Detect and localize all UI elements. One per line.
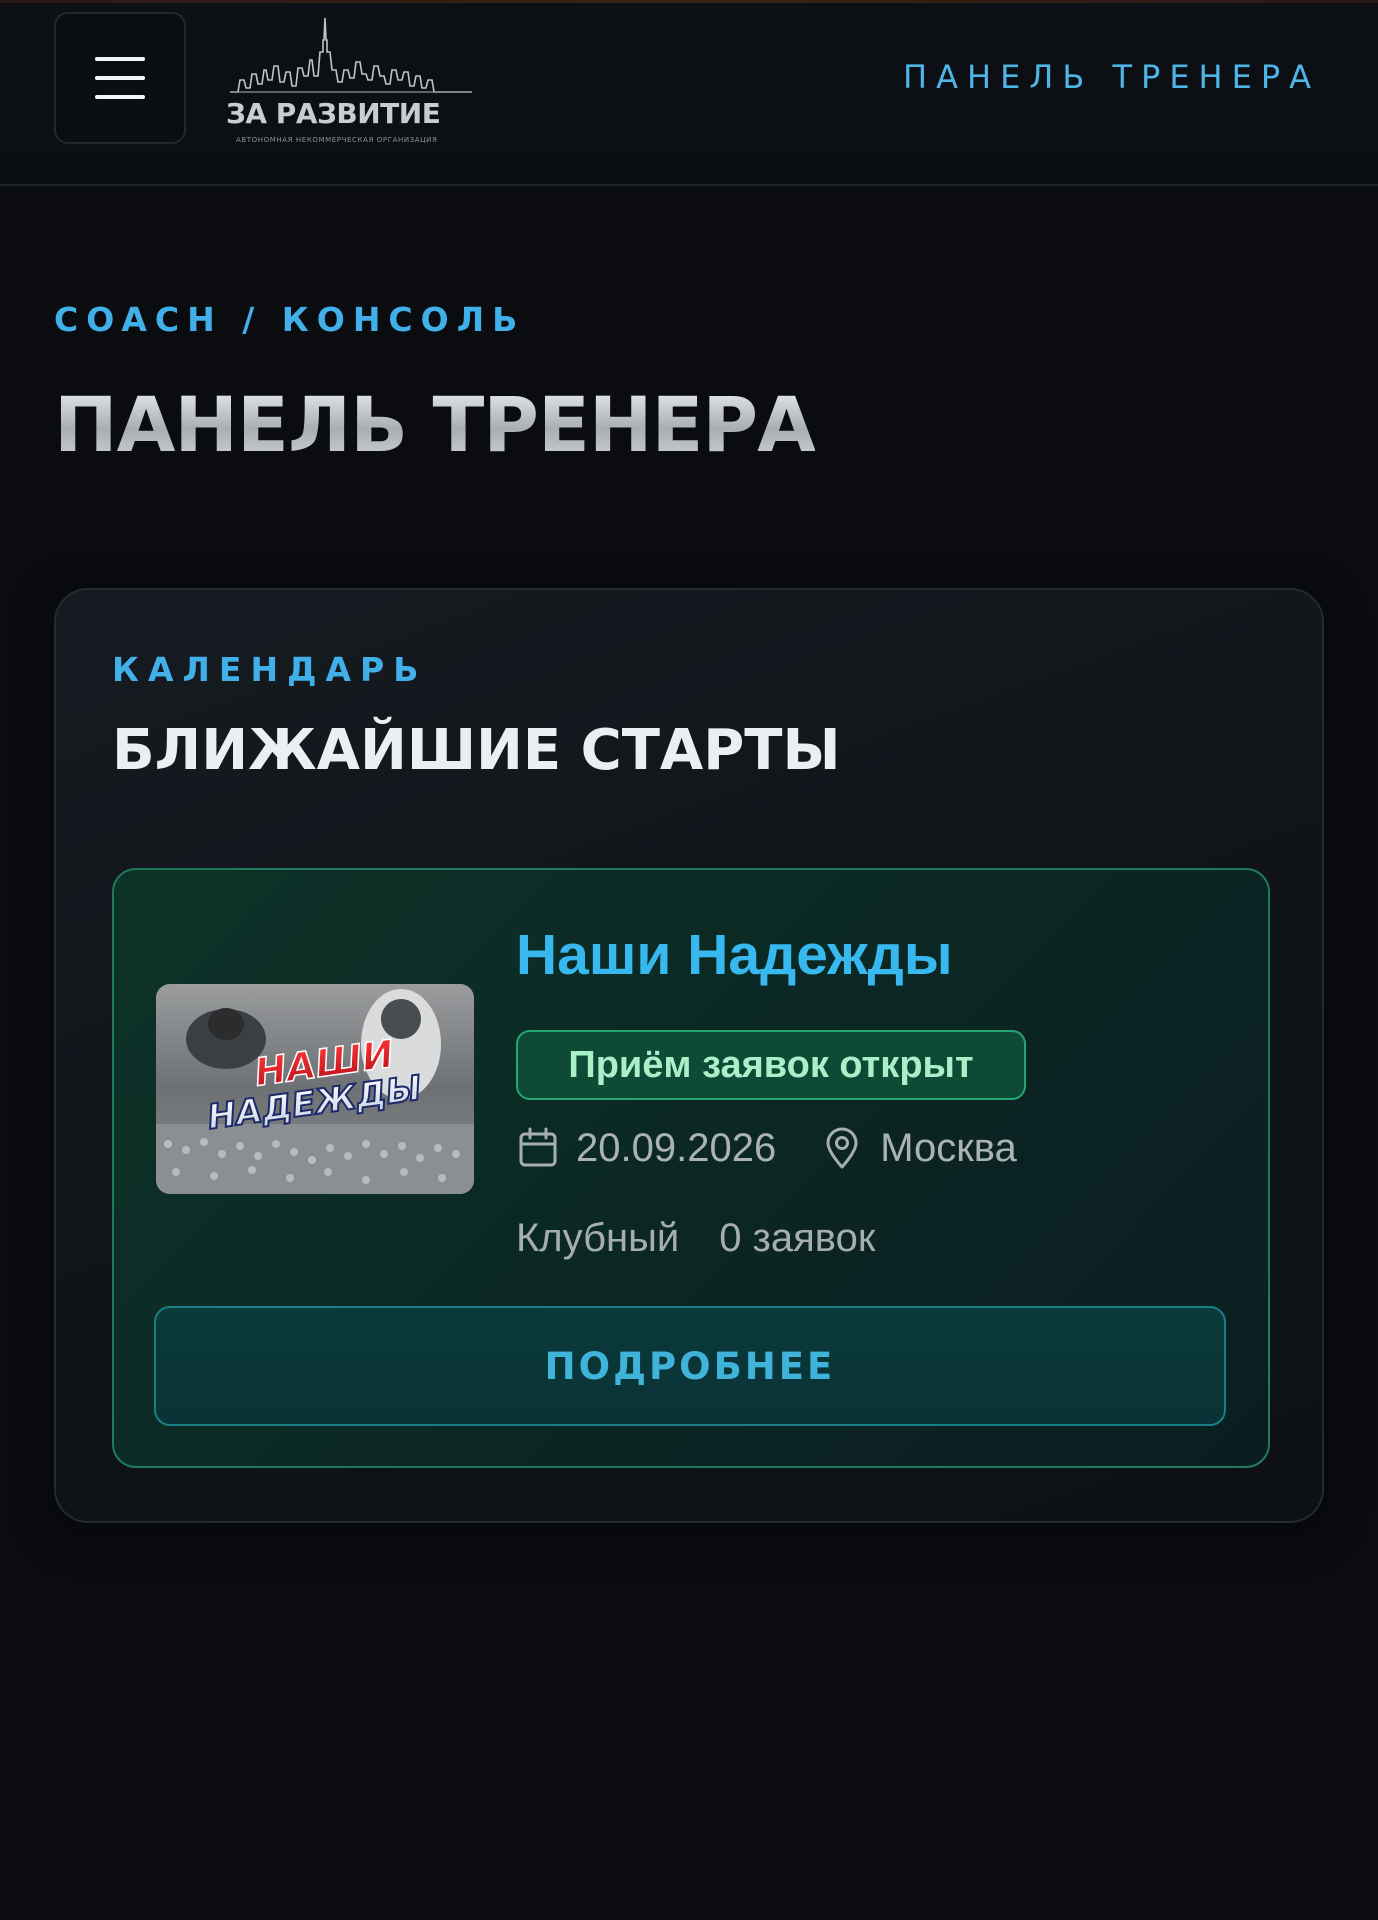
event-card: НАШИ НАДЕЖДЫ Наши Надежды Приём заявок о… — [112, 868, 1270, 1468]
logo-text: ЗА РАЗВИТИЕ — [226, 97, 441, 130]
menu-button[interactable] — [54, 12, 186, 144]
event-type: Клубный — [516, 1216, 680, 1260]
event-meta-secondary: Клубный 0 заявок — [516, 1216, 875, 1261]
event-poster-image: НАШИ НАДЕЖДЫ — [156, 984, 474, 1194]
calendar-icon — [519, 1127, 557, 1167]
calendar-card: КАЛЕНДАРЬ БЛИЖАЙШИЕ СТАРТЫ НАШИ НАДЕЖДЫ … — [54, 588, 1324, 1523]
card-title: БЛИЖАЙШИЕ СТАРТЫ — [112, 718, 841, 783]
card-kicker: КАЛЕНДАРЬ — [112, 650, 428, 689]
details-button[interactable]: ПОДРОБНЕЕ — [154, 1306, 1226, 1426]
event-meta: 20.09.2026 Москва — [516, 1120, 1017, 1176]
logo-subtitle: АВТОНОМНАЯ НЕКОММЕРЧЕСКАЯ ОРГАНИЗАЦИЯ — [236, 136, 438, 144]
page-title: ПАНЕЛЬ ТРЕНЕРА — [54, 380, 816, 469]
event-applications-count: 0 заявок — [719, 1216, 876, 1260]
coach-panel-link[interactable]: ПАНЕЛЬ ТРЕНЕРА — [903, 58, 1320, 96]
breadcrumb: COACH / КОНСОЛЬ — [54, 300, 526, 339]
event-date: 20.09.2026 — [576, 1125, 777, 1170]
event-location: Москва — [880, 1125, 1017, 1170]
hamburger-icon — [95, 57, 145, 99]
event-name[interactable]: Наши Надежды — [516, 922, 953, 988]
top-header: ЗА РАЗВИТИЕ АВТОНОМНАЯ НЕКОММЕРЧЕСКАЯ ОР… — [0, 0, 1378, 186]
location-pin-icon — [826, 1127, 858, 1169]
event-thumbnail[interactable]: НАШИ НАДЕЖДЫ — [156, 984, 474, 1194]
status-badge: Приём заявок открыт — [516, 1030, 1026, 1100]
